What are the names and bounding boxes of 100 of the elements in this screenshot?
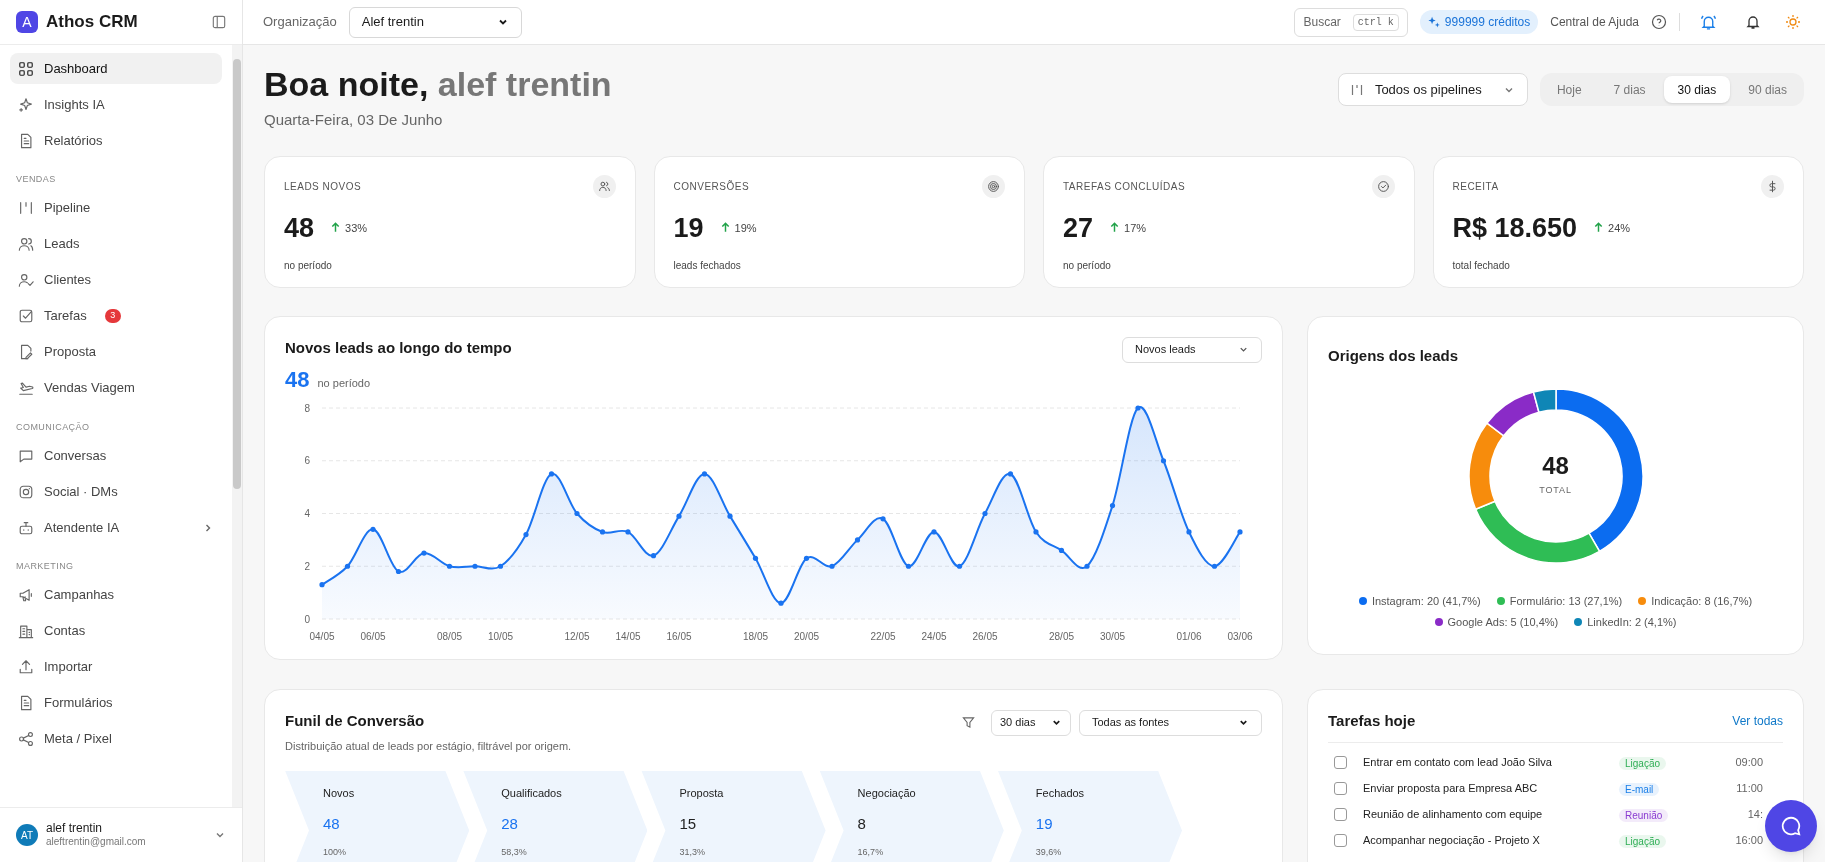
scrollbar[interactable] <box>232 45 242 807</box>
user-avatar: AT <box>16 824 38 846</box>
period-tab[interactable]: 7 dias <box>1599 76 1660 103</box>
total-label: TOTAL <box>1539 484 1572 498</box>
checkbox-icon <box>18 308 34 324</box>
help-center-link[interactable]: Central de Ajuda <box>1550 13 1639 31</box>
sidebar-item[interactable]: Vendas Viagem <box>10 372 222 404</box>
sparkles-icon <box>1427 15 1441 29</box>
card-title: Novos leads ao longo do tempo <box>285 337 512 358</box>
stage-percent: 16,7% <box>857 845 885 859</box>
total-value: 48 <box>285 366 310 394</box>
total-caption: no período <box>317 376 371 391</box>
axis-tick-label: 14/05 <box>615 631 641 642</box>
kpi-caption: leads fechados <box>673 259 742 273</box>
sidebar-item[interactable]: Proposta <box>10 336 222 368</box>
kpi-value: 27 <box>1063 211 1094 245</box>
sidebar-item[interactable]: Conversas <box>10 440 222 471</box>
axis-tick-label: 08/05 <box>437 631 462 642</box>
bell-icon[interactable] <box>1745 14 1761 30</box>
sparkles-icon <box>18 96 34 113</box>
sidebar-item[interactable]: Atendente IA <box>10 512 222 543</box>
task-tag: E-mail <box>1619 783 1660 796</box>
stage-percent: 58,3% <box>501 845 528 859</box>
arrow-up-icon <box>719 222 731 234</box>
total-value: 48 <box>1542 454 1569 479</box>
task-checkbox[interactable] <box>1334 807 1347 821</box>
dollar-icon <box>1766 179 1779 193</box>
axis-tick-label: 06/05 <box>360 631 386 642</box>
metric-select[interactable]: Novos leads <box>1122 336 1262 363</box>
axis-tick-label: 04/05 <box>309 631 335 642</box>
change-percent: 24% <box>1608 220 1631 236</box>
robot-icon <box>18 519 34 536</box>
sidebar-item[interactable]: Tarefas 3 <box>10 300 222 332</box>
credits-badge[interactable]: 999999 créditos <box>1419 10 1539 34</box>
sidebar-toggle-icon[interactable] <box>212 15 226 29</box>
task-time: 16:00 <box>1735 832 1763 848</box>
file-edit-icon <box>18 344 34 360</box>
sidebar-item[interactable]: Dashboard <box>10 53 222 84</box>
building-icon <box>18 623 34 639</box>
legend-label: Indicação: 8 (16,7%) <box>1651 594 1753 609</box>
message-icon <box>18 447 34 464</box>
pipeline-select[interactable]: Todos os pipelines <box>1337 73 1528 106</box>
check-circle-icon <box>1376 179 1390 193</box>
stage-percent: 100% <box>323 845 348 859</box>
search-button[interactable]: Buscar ctrl k <box>1294 7 1408 37</box>
task-checkbox[interactable] <box>1334 781 1347 795</box>
sidebar-item[interactable]: Social · DMs <box>10 476 222 507</box>
upload-icon <box>18 659 34 675</box>
chat-bubble-icon <box>1780 815 1802 837</box>
task-tag: Ligação <box>1619 757 1667 770</box>
kpi-label: TAREFAS CONCLUÍDAS <box>1063 179 1186 194</box>
section-label: VENDAS <box>15 173 57 186</box>
axis-tick-label: 6 <box>304 455 310 467</box>
source-select[interactable]: Todas as fontes <box>1079 709 1262 736</box>
sidebar-item[interactable]: Insights IA <box>10 89 222 120</box>
sidebar-item[interactable]: Pipeline <box>10 192 222 224</box>
organization-label: Organização <box>263 13 337 32</box>
sun-icon[interactable] <box>1785 14 1801 30</box>
share-icon <box>18 731 34 747</box>
stage-count: 19 <box>1035 814 1054 834</box>
logo-badge: A <box>16 11 38 33</box>
sidebar-item[interactable]: Leads <box>10 228 222 260</box>
stage-count: 8 <box>857 814 867 834</box>
see-all-link[interactable]: Ver todas <box>1732 711 1783 730</box>
legend-label: Instagram: 20 (41,7%) <box>1371 594 1481 609</box>
sidebar-item[interactable]: Importar <box>10 651 222 683</box>
sidebar-item[interactable]: Clientes <box>10 264 222 296</box>
period-tab[interactable]: 30 dias <box>1663 76 1731 103</box>
organization-select[interactable]: Alef trentin <box>348 6 522 38</box>
task-tag: Reunião <box>1619 809 1669 822</box>
sidebar-item[interactable]: Campanhas <box>10 579 222 611</box>
pipeline-icon <box>1350 83 1363 96</box>
period-tab[interactable]: Hoje <box>1542 76 1596 103</box>
sidebar-item[interactable]: Formulários <box>10 687 222 719</box>
axis-tick-label: 26/05 <box>972 631 998 642</box>
task-time: 11:00 <box>1736 780 1763 796</box>
section-label: MARKETING <box>15 560 75 573</box>
dashboard-icon <box>18 60 34 77</box>
sidebar-item[interactable]: Meta / Pixel <box>10 723 222 755</box>
task-title: Enviar proposta para Empresa ABC <box>1363 780 1539 796</box>
arrow-up-icon <box>1593 222 1605 234</box>
task-checkbox[interactable] <box>1334 755 1347 769</box>
plane-icon <box>18 380 34 396</box>
help-icon[interactable] <box>1651 14 1667 30</box>
pipeline-icon <box>18 200 34 216</box>
task-checkbox[interactable] <box>1334 833 1347 847</box>
stage-count: 28 <box>501 814 519 834</box>
legend-label: Google Ads: 5 (10,4%) <box>1447 614 1559 630</box>
filter-icon <box>962 716 975 729</box>
period-tab[interactable]: 90 dias <box>1734 76 1801 103</box>
kpi-caption: no período <box>1063 259 1112 273</box>
sidebar-item[interactable]: Relatórios <box>10 125 222 156</box>
period-select[interactable]: 30 dias <box>991 709 1071 736</box>
axis-tick-label: 28/05 <box>1049 631 1074 642</box>
bell-ringing-icon[interactable] <box>1700 13 1717 31</box>
sidebar-item[interactable]: Contas <box>10 615 222 647</box>
axis-tick-label: 22/05 <box>870 631 896 642</box>
count-badge: 3 <box>104 309 121 323</box>
axis-tick-label: 10/05 <box>488 631 513 642</box>
kpi-value: 48 <box>284 211 315 245</box>
